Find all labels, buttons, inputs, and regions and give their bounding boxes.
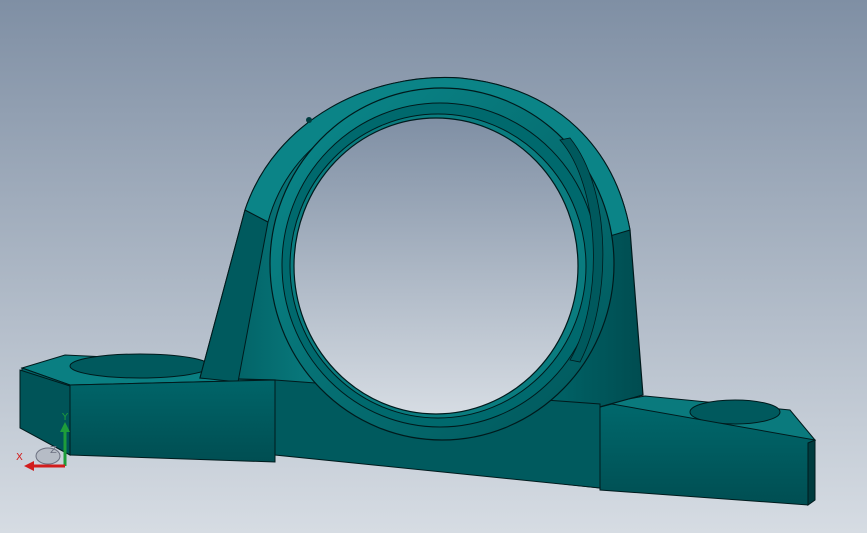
triad-x-arrow — [24, 461, 34, 471]
model-view[interactable] — [0, 0, 867, 533]
coordinate-triad: X Y Z — [10, 408, 74, 478]
graphics-viewport[interactable]: X Y Z — [0, 0, 867, 533]
triad-x-label: X — [16, 452, 23, 463]
triad-y-label: Y — [62, 412, 69, 423]
triad-y-arrow — [60, 422, 70, 432]
triad-z-label: Z — [50, 445, 57, 456]
left-bolt-hole — [69, 353, 211, 379]
bore-opening — [293, 117, 579, 415]
grease-hole — [306, 117, 312, 123]
right-foot-side — [807, 439, 816, 506]
